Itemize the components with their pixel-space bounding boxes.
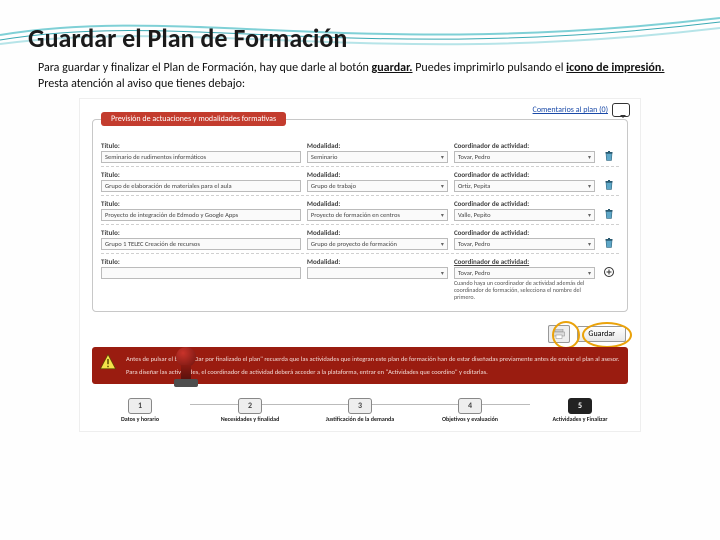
table-row: Título:Seminario de rudimentos informáti… [101,138,619,166]
title-input[interactable]: Proyecto de integración de Edmodo y Goog… [101,209,301,221]
coord-select[interactable]: Valle, Pepito [454,209,595,221]
delete-row-button[interactable] [599,228,619,249]
wizard-step[interactable]: 3Justificación de la demanda [320,398,400,423]
table-row: Título:Grupo 1 TELEC Creación de recurso… [101,224,619,253]
coord-select[interactable]: Tovar, Pedro [454,238,595,250]
title-input[interactable] [101,267,301,279]
warning-icon [98,353,118,371]
wizard-step[interactable]: 1Datos y horario [100,398,180,423]
title-input[interactable]: Grupo de elaboración de materiales para … [101,180,301,192]
stamp-icon [172,347,200,395]
title-input[interactable]: Grupo 1 TELEC Creación de recursos [101,238,301,250]
save-row: Guardar [80,322,640,347]
save-button[interactable]: Guardar [577,326,626,342]
title-input[interactable]: Seminario de rudimentos informáticos [101,151,301,163]
modalidad-select[interactable]: Seminario [307,151,448,163]
modalidad-select[interactable]: Grupo de trabajo [307,180,448,192]
modalidad-select[interactable]: Proyecto de formación en centros [307,209,448,221]
delete-row-button[interactable] [599,141,619,162]
panel-header: Previsión de actuaciones y modalidades f… [101,112,286,126]
table-row: Título:Proyecto de integración de Edmodo… [101,195,619,224]
modalidad-select[interactable]: Grupo de proyecto de formación [307,238,448,250]
coord-hint: Cuando haya un coordinador de actividad … [454,280,595,300]
wizard-step[interactable]: 4Objetivos y evaluación [430,398,510,423]
page-title: Guardar el Plan de Formación [0,0,720,54]
speech-bubble-icon [612,103,630,117]
table-row: Título:Grupo de elaboración de materiale… [101,166,619,195]
print-icon[interactable] [548,325,570,343]
wizard-step[interactable]: 5Actividades y Finalizar [540,398,620,423]
new-row: Título: Modalidad: Coordinador de activi… [101,253,619,303]
coord-select[interactable]: Tovar, Pedro [454,151,595,163]
app-screenshot: Comentarios al plan (0) Previsión de act… [79,98,641,431]
activities-panel: Previsión de actuaciones y modalidades f… [92,119,628,312]
coord-select[interactable]: Ortiz, Pepita [454,180,595,192]
wizard-steps: 1Datos y horario 2Necesidades y finalidad… [80,394,640,431]
delete-row-button[interactable] [599,170,619,191]
delete-row-button[interactable] [599,199,619,220]
modalidad-select[interactable] [307,267,448,279]
coord-select[interactable]: Tovar, Pedro [454,267,595,279]
add-row-button[interactable] [599,257,619,278]
wizard-step[interactable]: 2Necesidades y finalidad [210,398,290,423]
